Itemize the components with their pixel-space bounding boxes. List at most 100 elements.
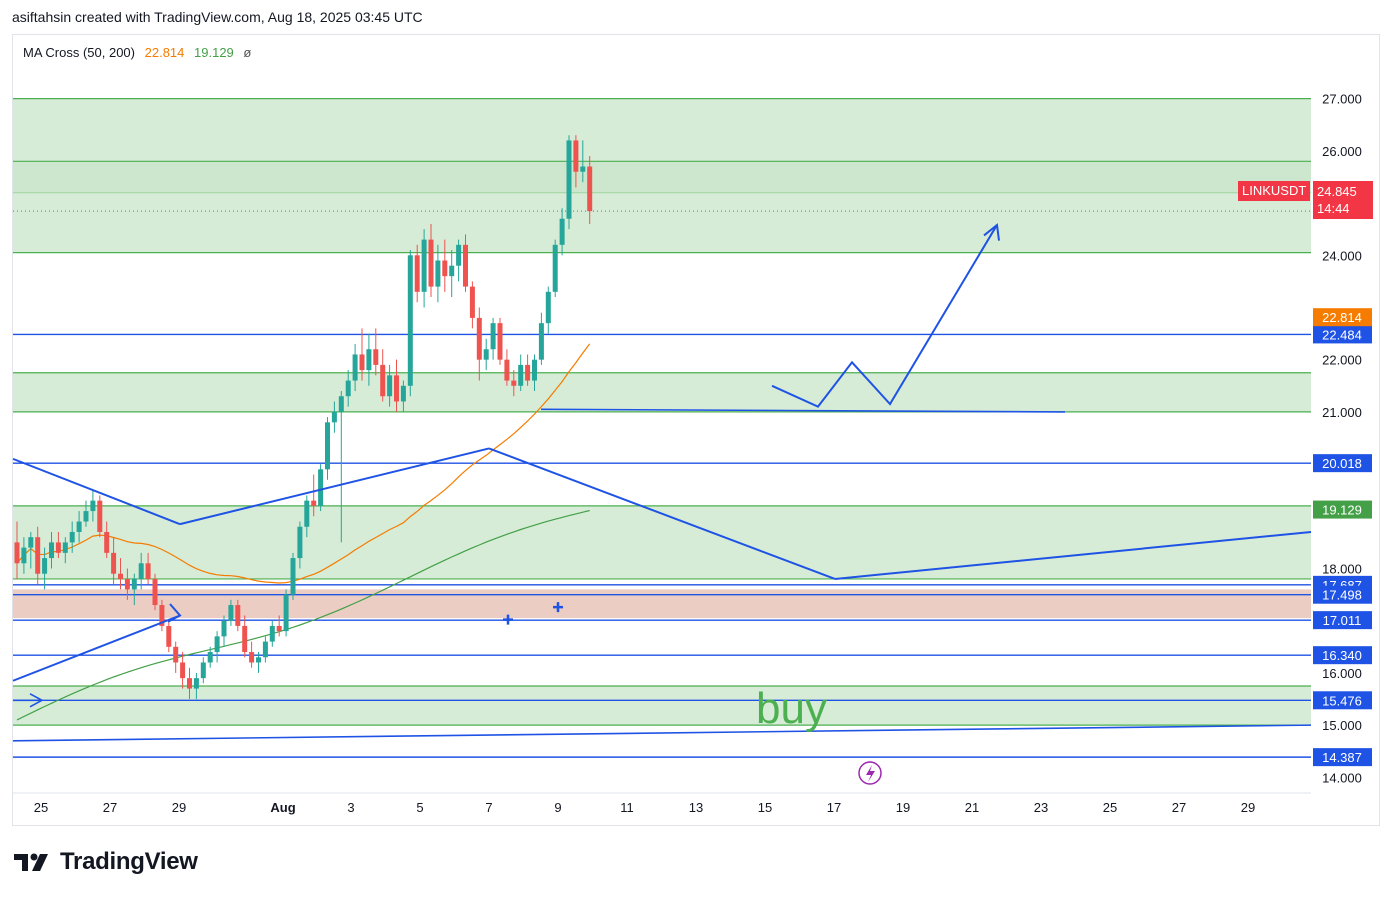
price-level-label: 17.498 bbox=[1322, 588, 1362, 603]
candle-body bbox=[97, 500, 103, 532]
candle-body bbox=[428, 239, 434, 287]
ma-label: 22.814 bbox=[1322, 310, 1362, 325]
candle-body bbox=[35, 537, 41, 574]
candle-body bbox=[442, 260, 448, 277]
candle-body bbox=[338, 396, 344, 412]
indicator-legend[interactable]: MA Cross (50, 200) 22.814 19.129 ø bbox=[23, 45, 251, 60]
indicator-name: MA Cross (50, 200) bbox=[23, 45, 135, 60]
x-tick-label: 5 bbox=[416, 800, 423, 815]
x-tick-label: 27 bbox=[103, 800, 117, 815]
y-tick-label: 24.000 bbox=[1322, 248, 1362, 263]
candle-body bbox=[297, 526, 303, 559]
x-tick-label: 7 bbox=[485, 800, 492, 815]
x-tick-label: 15 bbox=[758, 800, 772, 815]
candle-body bbox=[359, 354, 365, 371]
candle-body bbox=[366, 349, 372, 371]
visibility-icon[interactable]: ø bbox=[243, 45, 251, 60]
candle-body bbox=[90, 500, 96, 512]
candle-body bbox=[463, 244, 468, 287]
x-tick-label: 11 bbox=[620, 800, 634, 815]
candle-body bbox=[104, 531, 110, 553]
candle-body bbox=[228, 605, 234, 621]
ma-label: 19.129 bbox=[1322, 503, 1362, 518]
x-tick-label: Aug bbox=[270, 800, 295, 815]
candle-body bbox=[511, 380, 517, 386]
candle-body bbox=[373, 349, 379, 365]
x-tick-label: 23 bbox=[1034, 800, 1048, 815]
candle-body bbox=[345, 380, 351, 397]
candle-body bbox=[152, 578, 158, 606]
candle-body bbox=[69, 531, 75, 543]
y-tick-label: 21.000 bbox=[1322, 405, 1362, 420]
candle-body bbox=[580, 166, 586, 172]
buy-annotation: buy bbox=[756, 684, 827, 733]
candle-body bbox=[538, 323, 544, 360]
x-tick-label: 29 bbox=[172, 800, 186, 815]
x-tick-label: 9 bbox=[554, 800, 561, 815]
x-tick-label: 3 bbox=[347, 800, 354, 815]
price-level-label: 16.340 bbox=[1322, 648, 1362, 663]
x-tick-label: 21 bbox=[965, 800, 979, 815]
x-tick-label: 25 bbox=[1103, 800, 1117, 815]
candle-body bbox=[476, 317, 482, 360]
candle-body bbox=[311, 500, 317, 506]
candle-body bbox=[525, 364, 531, 381]
candle-body bbox=[145, 563, 151, 579]
green-zone bbox=[13, 372, 1311, 412]
y-tick-label: 18.000 bbox=[1322, 562, 1362, 577]
candle-body bbox=[207, 652, 213, 663]
candle-body bbox=[14, 542, 20, 564]
candle-body bbox=[269, 625, 275, 642]
candle-body bbox=[352, 354, 358, 381]
y-tick-label: 22.000 bbox=[1322, 353, 1362, 368]
candle-body bbox=[235, 605, 241, 626]
symbol-name: LINKUSDT bbox=[1242, 183, 1307, 198]
candle-body bbox=[456, 244, 462, 266]
candle-body bbox=[42, 558, 48, 574]
current-price: 24.845 bbox=[1317, 184, 1357, 199]
y-tick-label: 26.000 bbox=[1322, 144, 1362, 159]
y-tick-label: 27.000 bbox=[1322, 92, 1362, 107]
price-level-label: 22.484 bbox=[1322, 327, 1362, 342]
candle-body bbox=[566, 140, 572, 219]
symbol-badge: LINKUSDT bbox=[1238, 181, 1311, 201]
candle-body bbox=[400, 385, 406, 402]
candle-body bbox=[173, 646, 179, 663]
y-tick-label: 15.000 bbox=[1322, 718, 1362, 733]
tradingview-logo[interactable]: TradingView bbox=[14, 848, 198, 876]
arrow-line-left bbox=[12, 614, 181, 682]
candle-body bbox=[387, 375, 393, 397]
candle-body bbox=[187, 678, 192, 689]
candle-body bbox=[180, 662, 186, 679]
x-tick-label: 29 bbox=[1241, 800, 1255, 815]
ma50-value: 22.814 bbox=[144, 45, 185, 60]
lightning-icon[interactable] bbox=[858, 761, 882, 785]
price-level-label: 15.476 bbox=[1322, 693, 1362, 708]
price-level-label: 17.011 bbox=[1323, 613, 1362, 628]
candle-body bbox=[76, 521, 82, 532]
candle-body bbox=[242, 625, 248, 653]
candle-body bbox=[214, 636, 220, 653]
x-tick-label: 13 bbox=[689, 800, 703, 815]
y-tick-label: 14.000 bbox=[1322, 770, 1362, 785]
x-tick-label: 17 bbox=[827, 800, 841, 815]
candle-body bbox=[49, 542, 54, 559]
x-tick-label: 27 bbox=[1172, 800, 1186, 815]
green-zone bbox=[13, 161, 1311, 253]
price-chart[interactable]: 22.48420.01817.68717.49817.01116.34015.4… bbox=[0, 0, 1392, 900]
candle-body bbox=[532, 359, 537, 381]
x-tick-label: 25 bbox=[34, 800, 48, 815]
candle-body bbox=[276, 625, 282, 632]
candle-body bbox=[249, 652, 255, 663]
candle-body bbox=[124, 578, 130, 590]
candle-body bbox=[21, 547, 27, 564]
candle-body bbox=[435, 260, 441, 287]
candle-body bbox=[552, 244, 558, 292]
candle-body bbox=[118, 573, 123, 579]
candle-body bbox=[138, 563, 144, 579]
candle-body bbox=[111, 552, 117, 574]
candle-body bbox=[504, 359, 510, 381]
candle-body bbox=[325, 422, 330, 470]
long-support-line bbox=[12, 724, 1312, 742]
candle-body bbox=[256, 657, 261, 663]
